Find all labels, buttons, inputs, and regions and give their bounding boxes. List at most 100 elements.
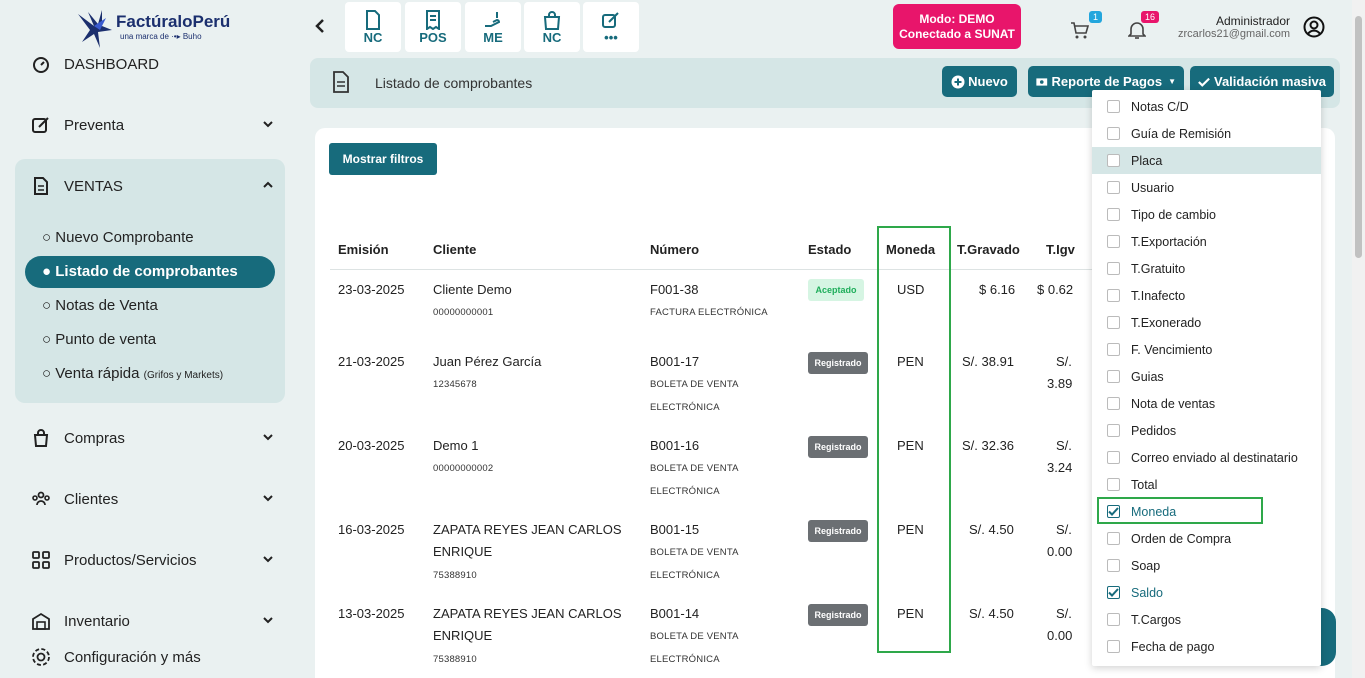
nav-dashboard[interactable]: DASHBOARD <box>30 52 280 76</box>
checkbox-icon[interactable] <box>1107 289 1120 302</box>
nav-preventa[interactable]: Preventa <box>30 113 280 137</box>
checkbox-icon[interactable] <box>1107 127 1120 140</box>
column-option[interactable]: Nota de ventas <box>1092 390 1321 417</box>
row5-numero[interactable]: B001-14 <box>650 606 699 621</box>
quick-pos-button[interactable]: POS <box>405 2 461 52</box>
col-cliente[interactable]: Cliente <box>433 242 476 257</box>
sidebar-item-venta-rapida[interactable]: ○ Venta rápida (Grifos y Markets) <box>42 365 223 382</box>
column-option-label: Tipo de cambio <box>1131 207 1216 222</box>
row4-cliente-1[interactable]: ZAPATA REYES JEAN CARLOS <box>433 522 622 537</box>
checkbox-icon[interactable] <box>1107 397 1120 410</box>
column-option[interactable]: Pedidos <box>1092 417 1321 444</box>
row3-cliente[interactable]: Demo 1 <box>433 438 479 453</box>
checkbox-icon[interactable] <box>1107 640 1120 653</box>
user-menu-button[interactable] <box>1303 16 1325 43</box>
checkbox-icon[interactable] <box>1107 208 1120 221</box>
quick-me-button[interactable]: ME <box>465 2 521 52</box>
user-email: zrcarlos21@gmail.com <box>1178 28 1291 40</box>
bell-icon <box>1127 22 1147 39</box>
notifications-button[interactable] <box>1127 20 1147 45</box>
column-option[interactable]: T.Gratuito <box>1092 255 1321 282</box>
nav-configuracion[interactable]: Configuración y más <box>30 645 280 669</box>
row3-numero[interactable]: B001-16 <box>650 438 699 453</box>
checkbox-checked-icon[interactable] <box>1107 586 1120 599</box>
row2-igv-1: S/. <box>1056 354 1072 369</box>
user-avatar-icon <box>1303 16 1325 38</box>
checkbox-icon[interactable] <box>1107 424 1120 437</box>
chevron-down-icon <box>262 613 274 630</box>
col-t-igv[interactable]: T.Igv <box>1046 242 1075 257</box>
nuevo-label: Nuevo <box>968 74 1008 89</box>
modo-line2: Conectado a SUNAT <box>899 27 1015 41</box>
checkbox-icon[interactable] <box>1107 154 1120 167</box>
checkbox-icon[interactable] <box>1107 370 1120 383</box>
row1-numero[interactable]: F001-38 <box>650 282 698 297</box>
column-option[interactable]: Orden de Compra <box>1092 525 1321 552</box>
column-option[interactable]: Guias <box>1092 363 1321 390</box>
quick-more-label: ••• <box>604 29 618 45</box>
checkbox-icon[interactable] <box>1107 262 1120 275</box>
nuevo-button[interactable]: Nuevo <box>942 66 1017 97</box>
sidebar-item-listado-comprobantes[interactable]: ● Listado de comprobantes <box>25 256 275 288</box>
quick-nc-button[interactable]: NC <box>345 2 401 52</box>
column-option[interactable]: Guía de Remisión <box>1092 120 1321 147</box>
sidebar-item-notas-venta[interactable]: ○ Notas de Venta <box>42 297 158 314</box>
quick-more-button[interactable]: ••• <box>583 2 639 52</box>
column-option-label: Guía de Remisión <box>1131 126 1232 141</box>
column-option[interactable]: T.Inafecto <box>1092 282 1321 309</box>
column-option[interactable]: T.Cargos <box>1092 606 1321 633</box>
row1-doc: 00000000001 <box>433 307 494 318</box>
checkbox-icon[interactable] <box>1107 343 1120 356</box>
mostrar-filtros-button[interactable]: Mostrar filtros <box>329 143 437 175</box>
column-option[interactable]: Correo enviado al destinatario <box>1092 444 1321 471</box>
column-option-label: F. Vencimiento <box>1131 342 1213 357</box>
nav-compras[interactable]: Compras <box>30 426 280 450</box>
col-emision[interactable]: Emisión <box>338 242 389 257</box>
column-option[interactable]: Usuario <box>1092 174 1321 201</box>
cart-button[interactable] <box>1070 20 1090 45</box>
scrollbar-thumb[interactable] <box>1355 16 1362 258</box>
column-option[interactable]: F. Vencimiento <box>1092 336 1321 363</box>
column-option[interactable]: Fecha de pago <box>1092 633 1321 660</box>
checkbox-icon[interactable] <box>1107 559 1120 572</box>
col-numero[interactable]: Número <box>650 242 699 257</box>
sidebar-item-punto-venta[interactable]: ○ Punto de venta <box>42 331 156 348</box>
column-option[interactable]: Saldo <box>1092 579 1321 606</box>
collapse-sidebar-button[interactable] <box>314 18 326 39</box>
nav-inventario[interactable]: Inventario <box>30 609 280 633</box>
checkbox-icon[interactable] <box>1107 613 1120 626</box>
col-estado[interactable]: Estado <box>808 242 851 257</box>
nav-ventas[interactable]: VENTAS <box>30 174 280 198</box>
column-option[interactable]: Notas C/D <box>1092 93 1321 120</box>
column-option[interactable]: T.Exportación <box>1092 228 1321 255</box>
column-option[interactable]: Placa <box>1092 147 1321 174</box>
quick-nc2-button[interactable]: NC <box>524 2 580 52</box>
checkbox-icon[interactable] <box>1107 532 1120 545</box>
row4-numero[interactable]: B001-15 <box>650 522 699 537</box>
users-icon <box>30 488 52 510</box>
sidebar-item-nuevo-comprobante[interactable]: ○ Nuevo Comprobante <box>42 229 194 246</box>
checkbox-icon[interactable] <box>1107 316 1120 329</box>
nav-clientes[interactable]: Clientes <box>30 487 280 511</box>
row1-cliente[interactable]: Cliente Demo <box>433 282 512 297</box>
checkbox-icon[interactable] <box>1107 451 1120 464</box>
document-icon <box>331 71 351 98</box>
col-t-gravado[interactable]: T.Gravado <box>957 242 1020 257</box>
brand-logo[interactable]: FactúraloPerú una marca de ·•▸ Buho <box>76 8 236 50</box>
nav-productos[interactable]: Productos/Servicios <box>30 548 280 572</box>
checkbox-icon[interactable] <box>1107 235 1120 248</box>
checkbox-icon[interactable] <box>1107 478 1120 491</box>
row4-cliente-2[interactable]: ENRIQUE <box>433 544 492 559</box>
row5-cliente-2[interactable]: ENRIQUE <box>433 628 492 643</box>
column-option[interactable]: Tipo de cambio <box>1092 201 1321 228</box>
validacion-masiva-label: Validación masiva <box>1213 74 1326 89</box>
row2-cliente[interactable]: Juan Pérez García <box>433 354 541 369</box>
row2-numero[interactable]: B001-17 <box>650 354 699 369</box>
column-option[interactable]: Total <box>1092 471 1321 498</box>
checkbox-icon[interactable] <box>1107 181 1120 194</box>
nav-productos-label: Productos/Servicios <box>64 551 197 569</box>
column-option[interactable]: Soap <box>1092 552 1321 579</box>
row5-cliente-1[interactable]: ZAPATA REYES JEAN CARLOS <box>433 606 622 621</box>
checkbox-icon[interactable] <box>1107 100 1120 113</box>
column-option[interactable]: T.Exonerado <box>1092 309 1321 336</box>
